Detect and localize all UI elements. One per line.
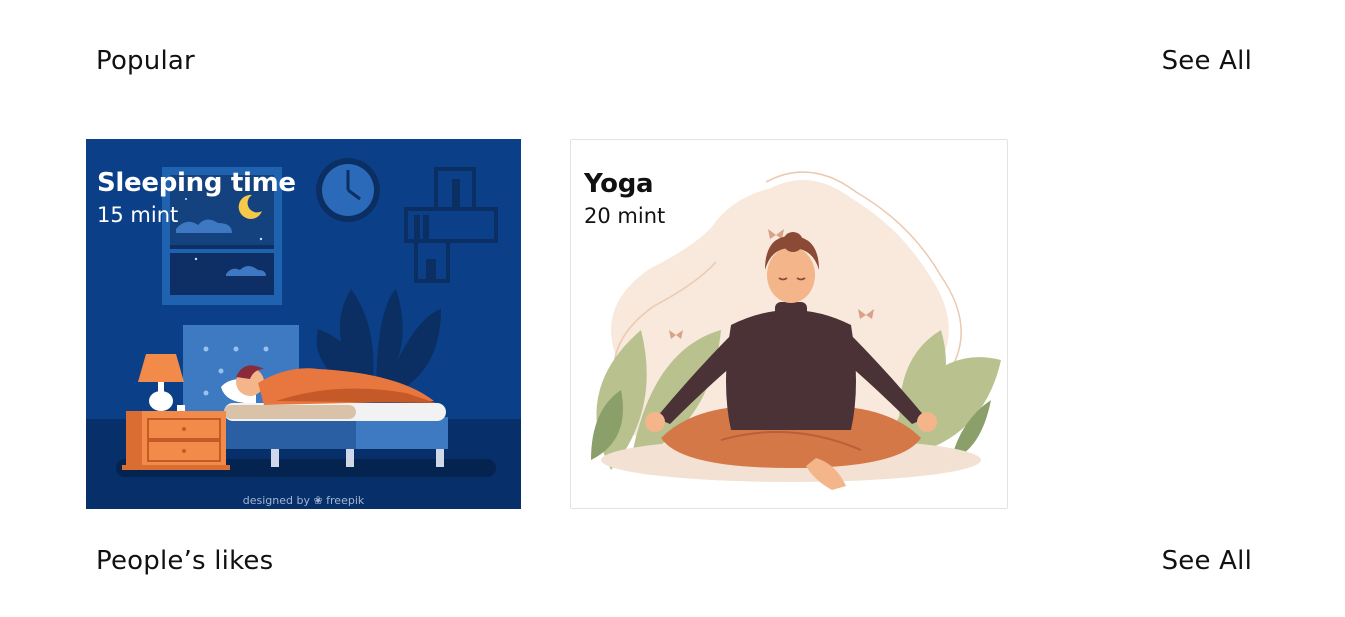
peoples-likes-see-all-link[interactable]: See All [1162,546,1252,576]
freepik-credit: designed by ❀ freepik [242,494,365,507]
peoples-likes-section-header: People’s likes See All [96,546,1252,576]
card-duration: 20 mint [584,204,666,228]
card-title: Yoga [584,169,654,199]
popular-see-all-link[interactable]: See All [1162,46,1252,76]
yoga-card[interactable]: Yoga 20 mint [570,139,1008,509]
popular-section-header: Popular See All [96,46,1252,76]
sleeping-time-card[interactable]: Sleeping time 15 mint designed by ❀ free… [86,139,521,509]
card-title: Sleeping time [97,168,296,198]
popular-section-title: Popular [96,46,195,76]
card-duration: 15 mint [97,203,179,227]
peoples-likes-section-title: People’s likes [96,546,274,576]
